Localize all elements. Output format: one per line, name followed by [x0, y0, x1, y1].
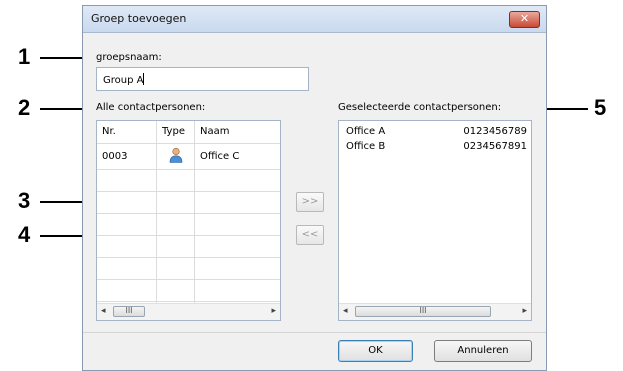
button-separator: [83, 332, 546, 333]
table-row-empty: [97, 191, 280, 214]
table-row-empty: [97, 257, 280, 280]
column-divider: [194, 121, 195, 304]
scroll-left-icon[interactable]: ◂: [343, 306, 348, 316]
list-item[interactable]: Office A 0123456789: [346, 126, 527, 140]
group-name-label: groepsnaam:: [96, 52, 162, 63]
table-row-empty: [97, 279, 280, 302]
close-icon: ✕: [519, 12, 530, 25]
table-row-empty: [97, 235, 280, 258]
horizontal-scrollbar[interactable]: ◂ III ▸: [339, 303, 531, 320]
table-row-empty: [97, 169, 280, 192]
title-bar: Groep toevoegen ✕: [83, 6, 546, 33]
group-name-value: Group A: [103, 75, 144, 86]
dialog-title: Groep toevoegen: [91, 12, 187, 25]
cell-name: Office C: [200, 151, 240, 162]
cancel-button[interactable]: Annuleren: [434, 340, 532, 362]
selected-contacts-list[interactable]: Office A 0123456789 Office B 0234567891 …: [338, 120, 532, 321]
callout-4: 4: [18, 222, 31, 247]
scroll-right-icon[interactable]: ▸: [522, 306, 527, 316]
horizontal-scrollbar[interactable]: ◂ III ▸: [97, 303, 280, 320]
scroll-right-icon[interactable]: ▸: [271, 306, 276, 316]
all-contacts-label: Alle contactpersonen:: [96, 102, 206, 113]
column-header-type[interactable]: Type: [162, 126, 185, 137]
column-header-name[interactable]: Naam: [200, 126, 229, 137]
contact-name: Office B: [346, 141, 386, 152]
table-row-empty: [97, 213, 280, 236]
contact-number: 0234567891: [463, 141, 527, 152]
selected-contacts-label: Geselecteerde contactpersonen:: [338, 102, 502, 113]
contact-number: 0123456789: [463, 126, 527, 137]
close-button[interactable]: ✕: [509, 11, 540, 28]
scroll-left-icon[interactable]: ◂: [101, 306, 106, 316]
cell-nr: 0003: [102, 151, 128, 162]
callout-3: 3: [18, 188, 31, 213]
scroll-thumb[interactable]: III: [113, 306, 145, 317]
contact-name: Office A: [346, 126, 386, 137]
ok-button[interactable]: OK: [338, 340, 413, 362]
callout-1: 1: [18, 44, 31, 69]
scroll-thumb[interactable]: III: [355, 306, 491, 317]
table-row[interactable]: 0003 Office C: [97, 143, 280, 170]
callout-5: 5: [594, 95, 607, 120]
list-item[interactable]: Office B 0234567891: [346, 141, 527, 155]
column-divider: [156, 121, 157, 304]
group-name-input[interactable]: Group A: [96, 67, 309, 91]
add-group-dialog: Groep toevoegen ✕ groepsnaam: Group A Al…: [82, 5, 547, 371]
add-to-selection-button[interactable]: >>: [296, 192, 324, 212]
remove-from-selection-button[interactable]: <<: [296, 225, 324, 245]
column-header-nr[interactable]: Nr.: [102, 126, 116, 137]
callout-2: 2: [18, 95, 31, 120]
all-contacts-list[interactable]: Nr. Type Naam 0003 Office C ◂ III ▸: [96, 120, 281, 321]
text-caret: [143, 73, 145, 85]
table-header: Nr. Type Naam: [97, 121, 280, 144]
